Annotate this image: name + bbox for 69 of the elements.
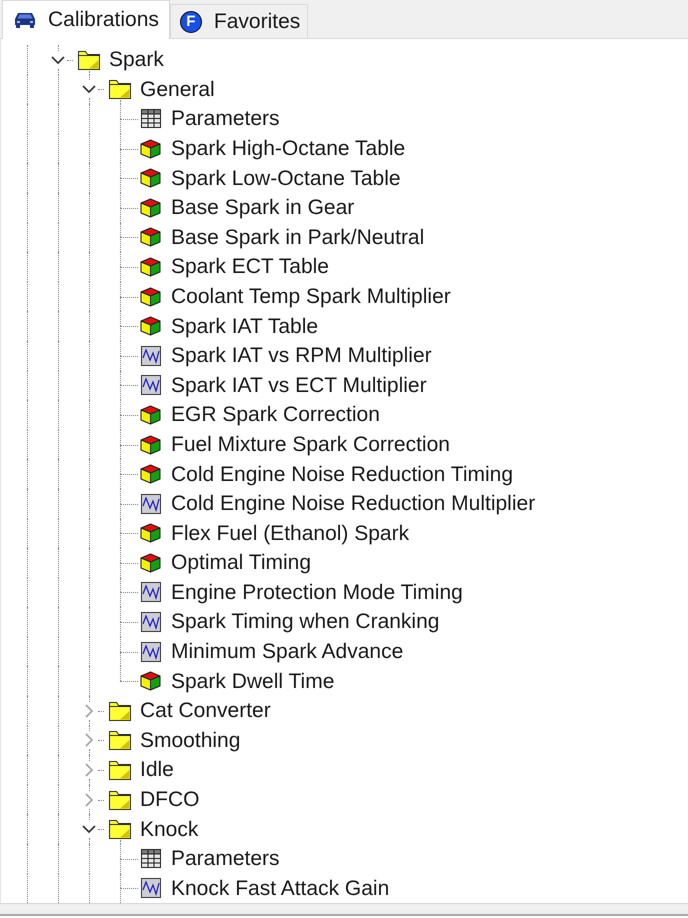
letter-badge-icon: F <box>180 10 202 32</box>
wave-chart-icon <box>140 346 160 366</box>
cube-icon <box>140 286 161 307</box>
tree-item[interactable]: Cold Engine Noise Reduction Timing <box>171 462 514 487</box>
wave-chart-icon <box>140 494 160 514</box>
tree-item[interactable]: Smoothing <box>140 728 240 754</box>
tree-item[interactable]: EGR Spark Correction <box>171 402 380 428</box>
tab[interactable]: Calibrations <box>2 0 170 39</box>
cube-icon <box>140 552 161 573</box>
expanded-chevron-icon[interactable] <box>82 825 96 834</box>
tree-item[interactable]: Spark IAT Table <box>171 314 318 339</box>
collapsed-chevron-icon[interactable] <box>84 704 92 718</box>
tree-item[interactable]: Engine Protection Mode Timing <box>171 580 463 606</box>
tree-item[interactable]: Spark <box>109 47 164 72</box>
tree-item[interactable]: Knock <box>140 816 198 842</box>
wave-chart-icon <box>140 878 160 898</box>
tree-item[interactable]: Spark Dwell Time <box>171 668 334 694</box>
cube-icon <box>140 256 161 277</box>
folder-icon <box>76 48 100 71</box>
cube-icon <box>140 404 161 425</box>
grid-icon <box>140 849 160 868</box>
tree-item[interactable]: Fuel Mixture Spark Correction <box>171 432 450 458</box>
tree-item[interactable]: Spark High-Octane Table <box>171 136 406 162</box>
tree-item[interactable]: Flex Fuel (Ethanol) Spark <box>171 520 410 546</box>
car-icon <box>14 12 36 28</box>
cube-icon <box>140 434 161 455</box>
tree-item[interactable]: Knock Fast Attack Gain <box>171 876 390 902</box>
cube-icon <box>140 464 161 484</box>
cube-icon <box>140 227 161 248</box>
wave-chart-icon <box>140 375 160 396</box>
tree-item[interactable]: Parameters <box>171 106 280 132</box>
collapsed-chevron-icon[interactable] <box>84 792 92 807</box>
tree-item[interactable]: Cold Engine Noise Reduction Multiplier <box>171 491 536 516</box>
folder-icon <box>108 818 132 840</box>
tree-item[interactable]: Base Spark in Park/Neutral <box>171 224 424 250</box>
tree-item[interactable]: Spark IAT vs RPM Multiplier <box>171 343 432 368</box>
collapsed-chevron-icon[interactable] <box>84 763 92 778</box>
expanded-chevron-icon[interactable] <box>50 56 64 64</box>
tab[interactable]: F Favorites <box>170 4 308 38</box>
folder-icon <box>108 700 132 722</box>
cube-icon <box>140 671 161 692</box>
tree-item[interactable]: Parameters <box>171 846 280 872</box>
tree-item[interactable]: Base Spark in Gear <box>171 195 354 220</box>
folder-icon <box>108 729 132 752</box>
wave-chart-icon <box>140 612 160 632</box>
tree-item[interactable]: DFCO <box>140 787 200 812</box>
folder-icon <box>108 78 132 100</box>
cube-icon <box>140 316 161 336</box>
tree-item[interactable]: Cat Converter <box>140 698 271 724</box>
tree-item[interactable]: Spark Low-Octane Table <box>171 166 401 191</box>
tree-item[interactable]: Optimal Timing <box>171 550 312 576</box>
folder-icon <box>108 788 132 811</box>
wave-chart-icon <box>140 642 160 662</box>
collapsed-chevron-icon[interactable] <box>84 733 92 748</box>
tree-item[interactable]: Spark Timing when Cranking <box>171 609 440 635</box>
cube-icon <box>140 168 161 188</box>
cube-icon <box>140 138 161 159</box>
tree-item[interactable]: Idle <box>140 757 174 783</box>
tree-item[interactable]: Spark ECT Table <box>171 254 329 280</box>
cube-icon <box>140 523 161 544</box>
tree-item[interactable]: Spark IAT vs ECT Multiplier <box>171 372 427 398</box>
tree-item[interactable]: Minimum Spark Advance <box>171 639 404 664</box>
expanded-chevron-icon[interactable] <box>82 85 96 94</box>
wave-chart-icon <box>140 582 160 602</box>
folder-icon <box>108 759 132 782</box>
tree-item[interactable]: Coolant Temp Spark Multiplier <box>171 284 451 310</box>
tree-item[interactable]: General <box>140 76 215 102</box>
cube-icon <box>140 198 161 218</box>
grid-icon <box>140 109 160 128</box>
